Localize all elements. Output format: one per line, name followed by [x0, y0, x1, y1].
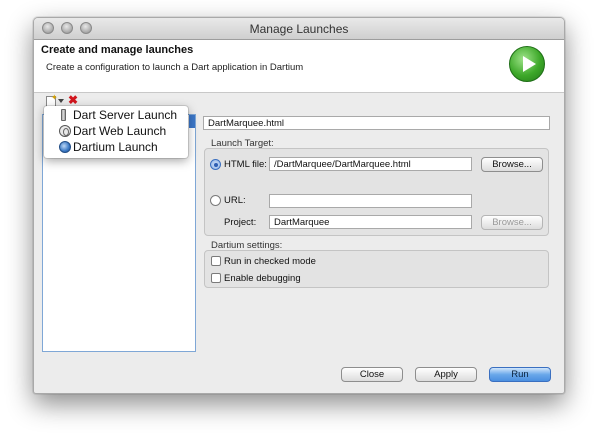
project-label: Project: — [224, 217, 257, 228]
run-button[interactable]: Run — [489, 367, 551, 382]
checked-mode-label: Run in checked mode — [224, 256, 316, 267]
banner-description: Create a configuration to launch a Dart … — [46, 62, 304, 73]
manage-launches-dialog: Manage Launches Create and manage launch… — [33, 17, 565, 394]
menu-item-label: Dart Web Launch — [73, 124, 167, 138]
html-file-label: HTML file: — [224, 159, 267, 170]
launch-target-group: HTML file: /DartMarquee/DartMarquee.html… — [204, 148, 549, 236]
server-icon — [61, 109, 66, 121]
url-label: URL: — [224, 195, 246, 206]
web-globe-icon — [59, 125, 71, 137]
menu-item-dart-server-launch[interactable]: Dart Server Launch — [48, 108, 186, 124]
selected-list-row[interactable] — [189, 115, 195, 128]
menu-item-dartium-launch[interactable]: Dartium Launch — [48, 140, 186, 156]
project-browse-button[interactable]: Browse... — [481, 215, 543, 230]
new-launch-popup-menu: Dart Server Launch Dart Web Launch Darti… — [44, 106, 188, 158]
run-launch-icon — [509, 46, 545, 82]
html-browse-button[interactable]: Browse... — [481, 157, 543, 172]
dartium-icon — [59, 141, 71, 153]
url-radio[interactable] — [210, 195, 221, 206]
menu-item-label: Dart Server Launch — [73, 108, 178, 122]
banner-title: Create and manage launches — [41, 44, 194, 56]
debugging-checkbox[interactable] — [211, 273, 221, 283]
menu-item-label: Dartium Launch — [73, 140, 158, 154]
delete-launch-icon[interactable]: ✖ — [68, 93, 78, 107]
html-file-input[interactable]: /DartMarquee/DartMarquee.html — [269, 157, 472, 171]
header-banner: Create and manage launches Create a conf… — [34, 40, 564, 93]
dropdown-caret-icon[interactable] — [58, 99, 64, 103]
debugging-label: Enable debugging — [224, 273, 301, 284]
dartium-settings-group: Run in checked mode Enable debugging — [204, 250, 549, 288]
url-input[interactable] — [269, 194, 472, 208]
apply-button[interactable]: Apply — [415, 367, 477, 382]
window-title: Manage Launches — [249, 22, 349, 36]
html-file-radio[interactable] — [210, 159, 221, 170]
title-bar: Manage Launches — [34, 18, 564, 40]
launch-name-input[interactable]: DartMarquee.html — [203, 116, 550, 130]
project-input[interactable]: DartMarquee — [269, 215, 472, 229]
close-button[interactable]: Close — [341, 367, 403, 382]
menu-item-dart-web-launch[interactable]: Dart Web Launch — [48, 124, 186, 140]
checked-mode-checkbox[interactable] — [211, 256, 221, 266]
